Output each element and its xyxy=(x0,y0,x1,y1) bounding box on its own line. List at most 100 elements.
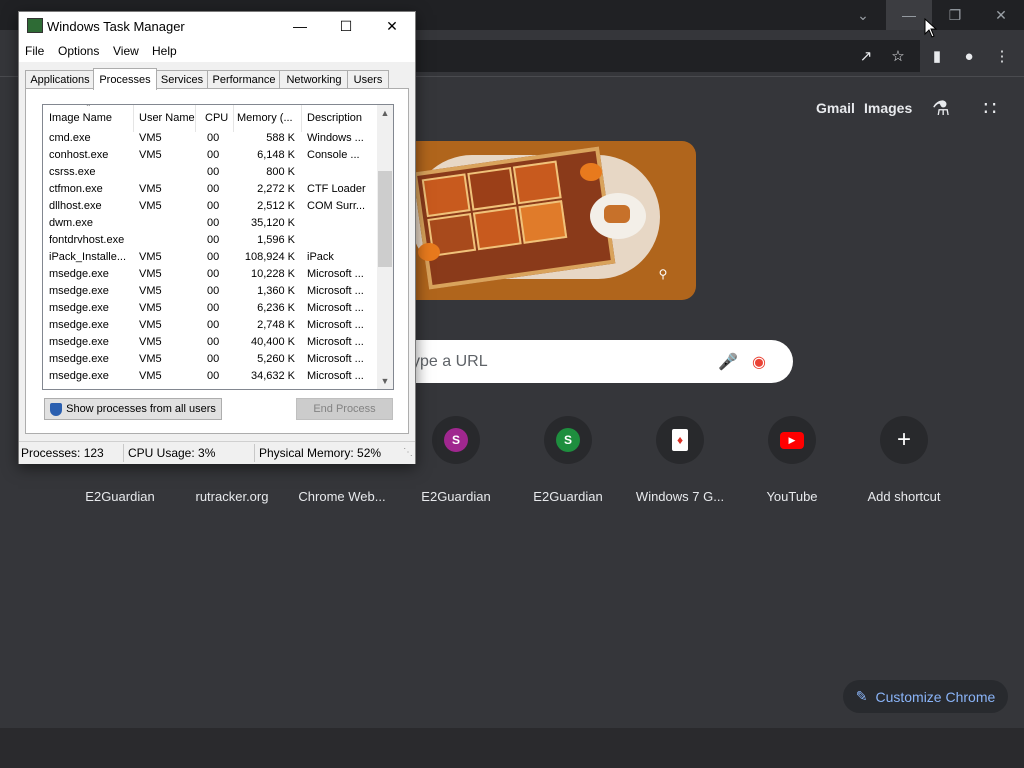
process-list[interactable]: Image Name User Name CPU Memory (... Des… xyxy=(42,104,394,390)
process-name: iPack_Installe... xyxy=(49,251,127,263)
process-cpu: 00 xyxy=(207,319,220,331)
table-row[interactable]: msedge.exe VM5 00 10,228 K Microsoft ... xyxy=(43,266,377,283)
process-name: cmd.exe xyxy=(49,132,91,144)
tm-maximize-button[interactable]: ☐ xyxy=(323,12,369,40)
process-name: fontdrvhost.exe xyxy=(49,234,125,246)
table-row[interactable]: cmd.exe VM5 00 588 K Windows ... xyxy=(43,130,377,147)
process-cpu: 00 xyxy=(207,353,220,365)
process-user: VM5 xyxy=(139,302,162,314)
doodle-share-icon[interactable]: ⚲ xyxy=(652,263,674,285)
end-process-button[interactable]: End Process xyxy=(296,398,393,420)
column-description[interactable]: Description xyxy=(301,105,377,132)
address-bar[interactable] xyxy=(400,40,920,72)
show-all-processes-button[interactable]: Show processes from all users xyxy=(44,398,222,420)
table-row[interactable]: dllhost.exe VM5 00 2,512 K COM Surr... xyxy=(43,198,377,215)
tab-networking[interactable]: Networking xyxy=(279,70,349,89)
tab-services[interactable]: Services xyxy=(155,70,209,89)
tm-close-button[interactable]: ✕ xyxy=(369,12,415,40)
table-row[interactable]: iPack_Installe... VM5 00 108,924 K iPack xyxy=(43,249,377,266)
table-row[interactable]: msedge.exe VM5 00 34,632 K Microsoft ... xyxy=(43,368,377,385)
scroll-down-icon[interactable]: ▼ xyxy=(377,373,393,389)
process-user: VM5 xyxy=(139,370,162,382)
process-description: CTF Loader xyxy=(307,183,366,195)
labs-flask-icon[interactable]: ⚗ xyxy=(930,97,952,120)
doodle-tile xyxy=(472,206,522,251)
process-cpu: 00 xyxy=(207,166,220,178)
task-manager-titlebar[interactable]: Windows Task Manager — ☐ ✕ xyxy=(19,12,415,40)
add-shortcut-button[interactable]: + Add shortcut xyxy=(854,416,954,504)
task-manager-window[interactable]: Windows Task Manager — ☐ ✕ File Options … xyxy=(18,11,416,464)
table-row[interactable]: dwm.exe 00 35,120 K xyxy=(43,215,377,232)
share-icon[interactable]: ↗ xyxy=(855,45,877,67)
shortcut-label: E2Guardian xyxy=(533,489,603,504)
process-user: VM5 xyxy=(139,149,162,161)
bookmark-star-icon[interactable]: ☆ xyxy=(887,45,909,67)
column-user-name[interactable]: User Name xyxy=(133,105,196,132)
google-lens-icon[interactable]: ◉ xyxy=(752,352,772,372)
shortcut-tile[interactable]: ▶ YouTube xyxy=(742,416,842,504)
profile-icon[interactable]: ● xyxy=(958,45,980,67)
menu-help[interactable]: Help xyxy=(152,44,177,58)
menu-options[interactable]: Options xyxy=(58,44,99,58)
scroll-up-icon[interactable]: ▲ xyxy=(377,105,393,121)
voice-search-icon[interactable]: 🎤 xyxy=(718,352,738,372)
shortcut-label: Add shortcut xyxy=(867,489,941,504)
tm-minimize-button[interactable]: — xyxy=(277,12,323,40)
process-name: msedge.exe xyxy=(49,319,109,331)
taskbar-area xyxy=(0,728,1024,768)
menu-view[interactable]: View xyxy=(113,44,139,58)
tab-performance[interactable]: Performance xyxy=(207,70,281,89)
column-memory[interactable]: Memory (... xyxy=(231,105,302,132)
images-link[interactable]: Images xyxy=(864,100,912,116)
table-row[interactable]: msedge.exe VM5 00 5,260 K Microsoft ... xyxy=(43,351,377,368)
table-row[interactable]: msedge.exe VM5 00 40,400 K Microsoft ... xyxy=(43,334,377,351)
process-name: msedge.exe xyxy=(49,285,109,297)
process-name: ctfmon.exe xyxy=(49,183,103,195)
shortcut-tile[interactable]: S E2Guardian xyxy=(406,416,506,504)
youtube-circle: ▶ xyxy=(768,416,816,464)
e2guardian-favicon: S xyxy=(444,428,468,452)
e2guardian-favicon: S xyxy=(556,428,580,452)
tab-processes[interactable]: Processes xyxy=(93,68,157,90)
shortcut-tile[interactable]: S E2Guardian xyxy=(518,416,618,504)
doodle-tile xyxy=(518,200,568,244)
tab-search-icon[interactable]: ⌄ xyxy=(840,0,886,30)
gmail-link[interactable]: Gmail xyxy=(816,100,855,116)
scrollbar-thumb[interactable] xyxy=(378,171,392,267)
tab-users[interactable]: Users xyxy=(347,70,389,89)
table-row[interactable]: ctfmon.exe VM5 00 2,272 K CTF Loader xyxy=(43,181,377,198)
customize-chrome-button[interactable]: ✎ Customize Chrome xyxy=(843,680,1008,713)
process-description: Microsoft ... xyxy=(307,302,364,314)
shortcut-tile[interactable]: ♦ Windows 7 G... xyxy=(630,416,730,504)
table-row[interactable]: conhost.exe VM5 00 6,148 K Console ... xyxy=(43,147,377,164)
process-description: Microsoft ... xyxy=(307,285,364,297)
resize-grip-icon[interactable]: ⋱ xyxy=(403,447,413,458)
side-panel-icon[interactable]: ▮ xyxy=(926,45,948,67)
table-row[interactable]: msedge.exe VM5 00 6,236 K Microsoft ... xyxy=(43,300,377,317)
status-bar: Processes: 123 CPU Usage: 3% Physical Me… xyxy=(19,441,415,464)
process-memory: 40,400 K xyxy=(250,336,295,348)
table-row[interactable]: msedge.exe VM5 00 1,360 K Microsoft ... xyxy=(43,283,377,300)
column-cpu[interactable]: CPU xyxy=(199,105,234,132)
tab-applications[interactable]: Applications xyxy=(25,70,95,89)
process-list-scrollbar[interactable]: ▲ ▼ xyxy=(377,105,393,389)
process-name: msedge.exe xyxy=(49,302,109,314)
e2guardian-favicon-circle: S xyxy=(432,416,480,464)
google-doodle[interactable]: ⚲ xyxy=(400,141,696,300)
process-memory: 800 K xyxy=(266,166,295,178)
apps-grid-icon[interactable]: ∷ xyxy=(979,97,1001,120)
menu-file[interactable]: File xyxy=(25,44,44,58)
search-box[interactable]: ype a URL 🎤 ◉ xyxy=(400,340,793,383)
process-user xyxy=(139,232,195,249)
process-description: Console ... xyxy=(307,149,360,161)
search-placeholder: ype a URL xyxy=(412,353,488,370)
restore-button[interactable]: ❐ xyxy=(932,0,978,30)
table-row[interactable]: msedge.exe VM5 00 2,748 K Microsoft ... xyxy=(43,317,377,334)
process-memory: 588 K xyxy=(266,132,295,144)
process-description: Microsoft ... xyxy=(307,370,364,382)
table-row[interactable]: fontdrvhost.exe 00 1,596 K xyxy=(43,232,377,249)
close-button[interactable]: ✕ xyxy=(978,0,1024,30)
table-row[interactable]: csrss.exe 00 800 K xyxy=(43,164,377,181)
process-description xyxy=(307,215,373,232)
menu-icon[interactable]: ⋮ xyxy=(991,45,1013,67)
